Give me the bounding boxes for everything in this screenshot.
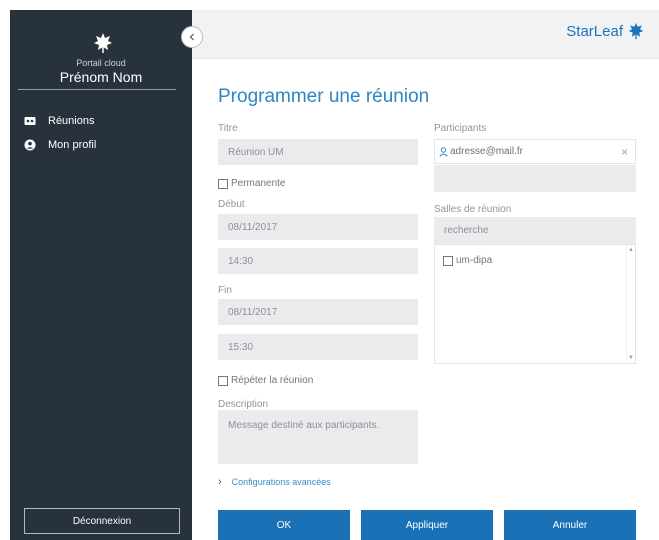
top-bar: StarLeaf <box>192 10 659 59</box>
collapse-sidebar-button[interactable] <box>181 26 203 48</box>
scroll-up-icon[interactable]: ▲ <box>628 247 634 253</box>
description-textarea[interactable]: Message destiné aux participants. <box>218 410 418 464</box>
page-title: Programmer une réunion <box>218 86 430 107</box>
apply-button[interactable]: Appliquer <box>361 510 493 540</box>
profile-icon <box>24 139 36 151</box>
participant-email: adresse@mail.fr <box>450 146 523 157</box>
rooms-list: um-dipa ▲ ▼ <box>434 244 636 364</box>
room-label: um-dipa <box>456 255 493 266</box>
sidebar-item-reunions[interactable]: Réunions <box>24 113 94 129</box>
fin-time-input[interactable]: 15:30 <box>218 334 418 360</box>
debut-label: Début <box>218 199 245 210</box>
permanente-label: Permanente <box>231 178 286 189</box>
brand-leaf-icon <box>628 22 644 40</box>
sidebar: Portail cloud Prénom Nom Réunions Mon pr… <box>10 10 192 540</box>
sidebar-item-label: Mon profil <box>48 139 97 151</box>
participants-input[interactable] <box>434 165 636 192</box>
participant-tag: adresse@mail.fr × <box>434 139 636 164</box>
advanced-settings-toggle[interactable]: › Configurations avancées <box>218 476 331 488</box>
logout-button[interactable]: Déconnexion <box>24 508 180 534</box>
repeter-checkbox[interactable]: Répéter la réunion <box>218 375 313 386</box>
titre-input[interactable]: Réunion UM <box>218 139 418 165</box>
chevron-right-icon: › <box>218 476 222 488</box>
sidebar-item-mon-profil[interactable]: Mon profil <box>24 137 96 153</box>
user-icon <box>439 146 448 157</box>
list-item[interactable]: um-dipa <box>443 255 492 266</box>
fin-date-input[interactable]: 08/11/2017 <box>218 299 418 325</box>
salles-label: Salles de réunion <box>434 204 512 215</box>
starleaf-logo-icon <box>94 33 112 53</box>
checkbox-box <box>218 178 228 189</box>
repeter-label: Répéter la réunion <box>231 375 314 386</box>
description-label: Description <box>218 399 269 410</box>
salles-search-input[interactable]: recherche <box>434 217 636 244</box>
debut-date-input[interactable]: 08/11/2017 <box>218 214 418 240</box>
permanente-checkbox[interactable]: Permanente <box>218 178 285 189</box>
brand-name: StarLeaf <box>566 22 623 40</box>
portal-label: Portail cloud <box>76 58 126 68</box>
debut-time-input[interactable]: 14:30 <box>218 248 418 274</box>
participants-label: Participants <box>434 123 487 134</box>
checkbox-box <box>443 255 453 266</box>
sidebar-divider <box>18 89 176 90</box>
ok-button[interactable]: OK <box>218 510 350 540</box>
advanced-settings-label: Configurations avancées <box>231 477 331 487</box>
user-name: Prénom Nom <box>59 69 143 85</box>
checkbox-box <box>218 375 228 386</box>
brand-logo: StarLeaf <box>566 22 645 40</box>
meetings-icon <box>24 117 36 125</box>
scroll-down-icon[interactable]: ▼ <box>628 355 634 361</box>
titre-label: Titre <box>218 123 238 134</box>
remove-participant-icon[interactable]: × <box>621 145 628 159</box>
chevron-left-icon <box>189 33 194 41</box>
fin-label: Fin <box>218 285 232 296</box>
rooms-scrollbar[interactable]: ▲ ▼ <box>626 245 635 363</box>
cancel-button[interactable]: Annuler <box>504 510 636 540</box>
sidebar-item-label: Réunions <box>48 115 95 127</box>
